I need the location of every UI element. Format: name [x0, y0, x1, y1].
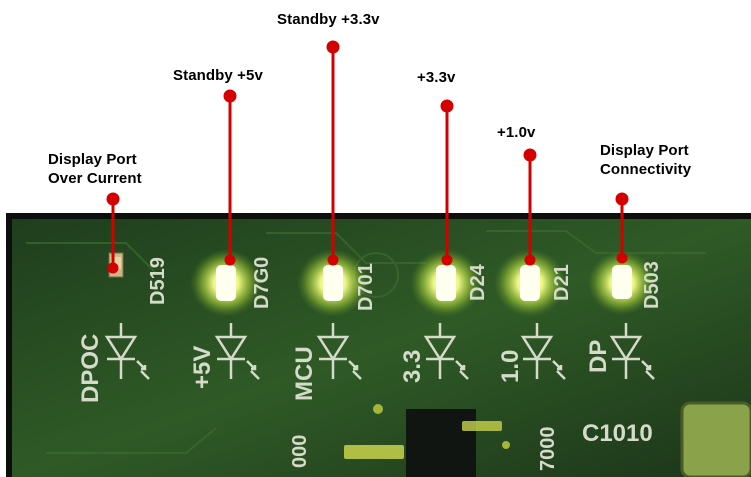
- callout-line-dpoc: [106, 192, 120, 274]
- callout-line-dp-connectivity: [615, 192, 629, 264]
- callout-line-standby-5v: [223, 89, 237, 266]
- callout-line-standby-3v3: [326, 40, 340, 266]
- callout-lines: [106, 40, 629, 274]
- callout-line-3v3: [440, 99, 454, 266]
- callout-line-1v0: [523, 148, 537, 266]
